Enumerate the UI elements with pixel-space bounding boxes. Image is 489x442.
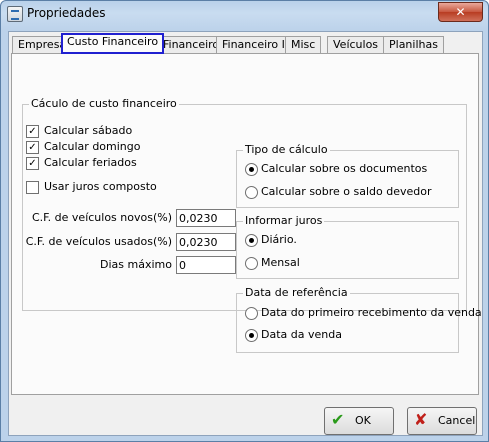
radio-label: Calcular sobre os documentos: [261, 162, 428, 175]
checkbox-label: Calcular sábado: [44, 124, 133, 137]
input-cf-veiculos-usados[interactable]: 0,0230: [176, 233, 236, 251]
window-title: Propriedades: [27, 6, 106, 20]
field-label-novos: C.F. de veículos novos(%): [31, 211, 172, 224]
radio-data-primeiro-recebimento[interactable]: [245, 307, 258, 320]
checkbox-calcular-sabado[interactable]: ✓: [26, 125, 39, 138]
check-icon: ✔: [331, 410, 345, 429]
group-data-referencia: Data de referência Data do primeiro rece…: [236, 286, 482, 353]
group-tipo-calculo: Tipo de cálculo Calcular sobre os docume…: [236, 143, 459, 208]
radio-calcular-saldo-devedor[interactable]: [245, 186, 258, 199]
radio-calcular-documentos[interactable]: [245, 163, 258, 176]
tab-panel-custo-financeiro: Cáculo de custo financeiro ✓ Calcular sá…: [11, 53, 482, 395]
dialog-window: Propriedades ✕ Empresa Custo Financeiro …: [0, 0, 489, 442]
cancel-button[interactable]: ✘ Cancel: [407, 407, 477, 435]
tab-custo-financeiro[interactable]: Custo Financeiro: [61, 33, 165, 54]
radio-label: Calcular sobre o saldo devedor: [261, 185, 432, 198]
radio-diario[interactable]: [245, 234, 258, 247]
checkbox-calcular-domingo[interactable]: ✓: [26, 141, 39, 154]
radio-label: Mensal: [261, 256, 300, 269]
field-label-usados: C.F. de veículos usados(%): [25, 235, 172, 248]
checkbox-label: Usar juros composto: [44, 180, 157, 193]
close-button[interactable]: ✕: [438, 2, 483, 22]
field-label-dias-maximo: Dias máximo: [100, 258, 172, 271]
tab-planilhas[interactable]: Planilhas: [383, 36, 444, 54]
group-title: Data de referência: [243, 286, 350, 299]
input-dias-maximo[interactable]: 0: [176, 256, 236, 274]
tab-veiculos[interactable]: Veículos: [327, 36, 385, 54]
radio-mensal[interactable]: [245, 257, 258, 270]
checkbox-label: Calcular domingo: [44, 140, 141, 153]
group-title: Cáculo de custo financeiro: [29, 97, 179, 110]
radio-label: Data da venda: [261, 328, 342, 341]
group-informar-juros: Informar juros Diário. Mensal: [236, 214, 459, 279]
checkbox-label: Calcular feriados: [44, 156, 137, 169]
group-title: Informar juros: [243, 214, 325, 227]
cancel-button-label: Cancel: [438, 414, 476, 427]
x-icon: ✘: [414, 410, 428, 429]
input-cf-veiculos-novos[interactable]: 0,0230: [176, 209, 236, 227]
radio-label: Data do primeiro recebimento da venda: [261, 306, 482, 319]
group-title: Tipo de cálculo: [243, 143, 330, 156]
dialog-body: Empresa Custo Financeiro Financeiro Fina…: [8, 31, 483, 436]
checkbox-calcular-feriados[interactable]: ✓: [26, 157, 39, 170]
ok-button[interactable]: ✔ OK: [324, 407, 394, 435]
radio-label: Diário.: [261, 233, 297, 246]
tab-financeiro-ii[interactable]: Financeiro II: [216, 36, 295, 54]
tab-misc[interactable]: Misc: [285, 36, 322, 54]
checkbox-usar-juros-composto[interactable]: [26, 181, 39, 194]
ok-button-label: OK: [355, 414, 371, 427]
title-bar[interactable]: Propriedades ✕: [1, 1, 488, 27]
radio-data-venda[interactable]: [245, 329, 258, 342]
app-icon: [7, 6, 23, 22]
tab-financeiro[interactable]: Financeiro: [157, 36, 226, 54]
